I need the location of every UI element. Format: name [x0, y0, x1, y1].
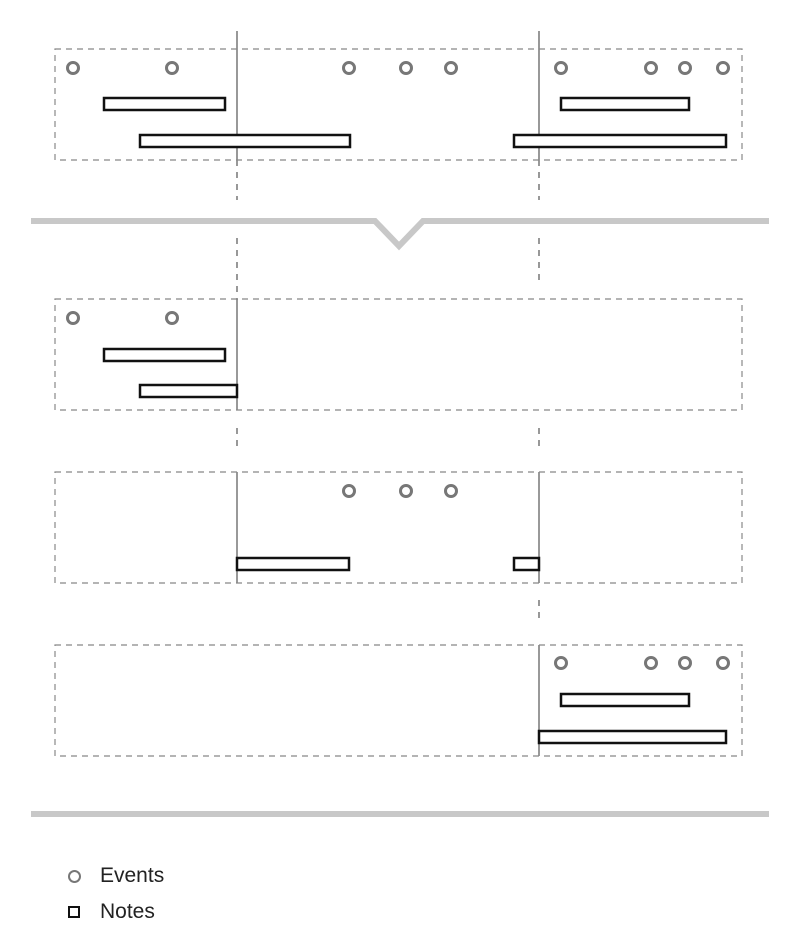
note-bar [559, 96, 691, 112]
event-marker [66, 311, 80, 325]
legend-item-notes: Notes [68, 894, 164, 930]
event-marker [342, 484, 356, 498]
legend-label-events: Events [100, 864, 165, 887]
legend-item-events: Events [68, 858, 164, 894]
event-marker [342, 61, 356, 75]
event-marker [644, 61, 658, 75]
event-marker [644, 656, 658, 670]
event-marker [399, 61, 413, 75]
panel-segment-3-content [537, 656, 730, 745]
split-diagram [31, 31, 769, 817]
event-marker [444, 61, 458, 75]
event-marker [716, 656, 730, 670]
event-marker [66, 61, 80, 75]
event-marker [716, 61, 730, 75]
event-marker [399, 484, 413, 498]
legend: Events Notes [68, 858, 164, 930]
event-marker [554, 656, 568, 670]
legend-label-notes: Notes [100, 900, 155, 923]
panel-segment-1-content [66, 311, 239, 399]
square-icon [68, 906, 90, 918]
event-marker [678, 656, 692, 670]
note-bar [512, 133, 728, 149]
panel-segment-2 [54, 471, 743, 584]
note-bar [537, 729, 728, 745]
event-marker [165, 311, 179, 325]
panel-boxes [54, 48, 743, 757]
event-marker [554, 61, 568, 75]
note-bar [102, 347, 227, 363]
event-marker [165, 61, 179, 75]
note-bar [138, 383, 239, 399]
circle-icon [68, 869, 90, 883]
note-bar [235, 556, 351, 572]
panel-combined-content [66, 61, 730, 149]
note-bar [559, 692, 691, 708]
split-divider-arrow [31, 218, 769, 251]
note-bar [102, 96, 227, 112]
note-bar [512, 556, 541, 572]
event-marker [678, 61, 692, 75]
note-bar [138, 133, 352, 149]
event-marker [444, 484, 458, 498]
panel-segment-2-content [235, 484, 541, 572]
